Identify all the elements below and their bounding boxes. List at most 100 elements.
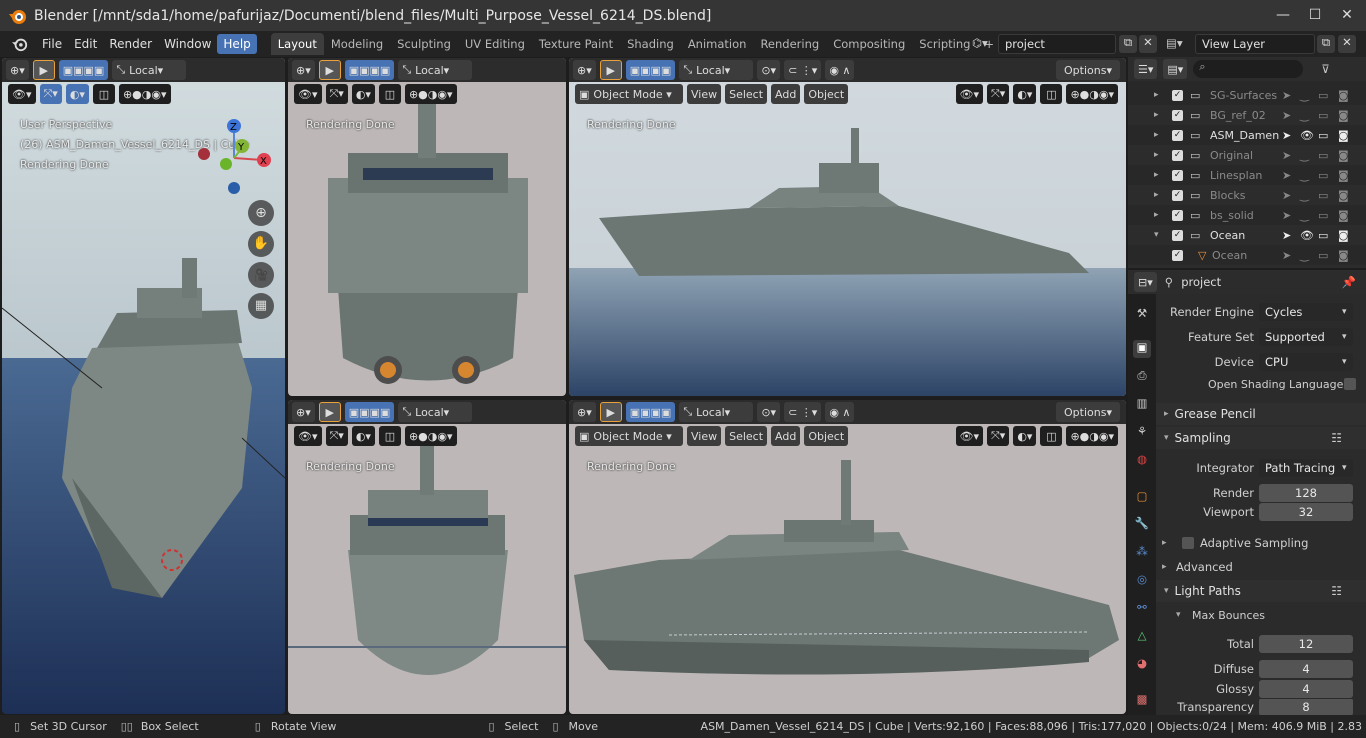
- hide-eye-icon[interactable]: ‿: [1300, 209, 1309, 222]
- tab-texture-paint[interactable]: Texture Paint: [532, 33, 620, 55]
- xray-icon[interactable]: ◫: [378, 426, 401, 446]
- overlay-toggle-icon[interactable]: ◐▾: [1013, 84, 1037, 104]
- select-mode-icon[interactable]: ▣▣▣▣: [344, 402, 395, 422]
- presets-icon[interactable]: ☷: [1331, 431, 1342, 445]
- outliner-item[interactable]: ✓▽Pl➤‿▭◙: [1128, 265, 1366, 268]
- object-mode-dropdown[interactable]: ▣ Object Mode ▾: [575, 84, 683, 104]
- menu-render[interactable]: Render: [103, 34, 158, 54]
- select-mode-icon[interactable]: ▣▣▣▣: [625, 60, 676, 80]
- proportional-edit-icon[interactable]: ◉ ∧: [825, 60, 855, 80]
- tab-modeling[interactable]: Modeling: [324, 33, 390, 55]
- adaptive-sampling-row[interactable]: ▸ Adaptive Sampling: [1156, 533, 1366, 553]
- editor-type-icon[interactable]: ⊕▾: [292, 60, 315, 80]
- particles-tab-icon[interactable]: ⁂: [1133, 544, 1151, 562]
- max-bounces-row[interactable]: ▾ Max Bounces: [1156, 605, 1366, 625]
- object-mode-dropdown[interactable]: ▣ Object Mode ▾: [575, 426, 683, 446]
- shading-modes-icon[interactable]: ⊕●◑◉▾: [404, 426, 457, 446]
- display-mode-icon[interactable]: ▤▾: [1163, 59, 1188, 79]
- light-paths-section[interactable]: ▾ Light Paths ☷: [1156, 580, 1366, 602]
- sampling-section[interactable]: ▾ Sampling ☷: [1156, 427, 1366, 449]
- transform-orientation-dropdown[interactable]: ⤡ Local ▾: [398, 60, 473, 80]
- disable-viewport-icon[interactable]: ▭: [1318, 249, 1328, 262]
- minimize-button[interactable]: —: [1272, 5, 1294, 25]
- selectable-icon[interactable]: ➤: [1282, 129, 1291, 142]
- world-tab-icon[interactable]: ◍: [1133, 452, 1151, 470]
- remove-scene-icon[interactable]: ✕: [1139, 35, 1157, 53]
- selectable-icon[interactable]: ➤: [1282, 169, 1291, 182]
- viewport-side-bottom[interactable]: ⊕▾ ▶ ▣▣▣▣ ⤡ Local ▾ ⊙▾ ⊂ ⋮▾ ◉ ∧ Options …: [569, 400, 1126, 714]
- select-menu[interactable]: Select: [725, 84, 768, 104]
- visibility-icon[interactable]: 👁▾: [294, 84, 322, 104]
- visibility-icon[interactable]: 👁▾: [294, 426, 322, 446]
- xray-icon[interactable]: ◫: [1040, 84, 1063, 104]
- shading-modes-icon[interactable]: ⊕●◑◉▾: [118, 84, 171, 104]
- selectable-icon[interactable]: ➤: [1282, 209, 1291, 222]
- outliner-item[interactable]: ▸ ✓ ▭ SG-Surfaces ➤ ‿ ▭ ◙: [1128, 85, 1366, 105]
- add-menu[interactable]: Add: [771, 84, 801, 104]
- new-scene-icon[interactable]: ⧉: [1119, 35, 1137, 53]
- select-mode-icon[interactable]: ▣▣▣▣: [625, 402, 676, 422]
- expand-arrow-icon[interactable]: ▸: [1154, 150, 1159, 160]
- maximize-button[interactable]: ☐: [1304, 5, 1326, 25]
- integrator-dropdown[interactable]: Path Tracing: [1259, 459, 1353, 477]
- selectable-icon[interactable]: ➤: [1282, 109, 1291, 122]
- tool-tab-icon[interactable]: ⚒: [1133, 306, 1151, 324]
- exclude-checkbox[interactable]: ✓: [1172, 109, 1183, 121]
- tab-sculpting[interactable]: Sculpting: [390, 33, 458, 55]
- proportional-edit-icon[interactable]: ◉ ∧: [825, 402, 855, 422]
- visibility-icon[interactable]: 👁▾: [955, 84, 983, 104]
- disable-viewport-icon[interactable]: ▭: [1318, 129, 1328, 142]
- outliner-item[interactable]: ▸ ✓ ▭ bs_solid ➤ ‿ ▭ ◙: [1128, 205, 1366, 225]
- hide-eye-icon[interactable]: ‿: [1300, 189, 1309, 202]
- expand-arrow-icon[interactable]: ▾: [1154, 230, 1159, 240]
- disable-viewport-icon[interactable]: ▭: [1318, 209, 1328, 222]
- viewport-perspective[interactable]: ⊕▾ ▶ ▣▣▣▣ ⤡ Local ▾ 👁▾ ⤧▾ ◐▾ ◫ ⊕●◑◉▾ Use…: [2, 58, 285, 714]
- outliner-item[interactable]: ▾ ✓ ▭ Ocean ➤ 👁 ▭ ◙: [1128, 225, 1366, 245]
- transform-orientation-dropdown[interactable]: ⤡ Local ▾: [679, 402, 754, 422]
- blender-menu-icon[interactable]: [8, 33, 32, 55]
- view-layer-tab-icon[interactable]: ▥: [1133, 396, 1151, 414]
- transparency-bounces-field[interactable]: 8: [1259, 699, 1353, 715]
- expand-arrow-icon[interactable]: ▸: [1154, 210, 1159, 220]
- transform-orientation-dropdown[interactable]: ⤡ Local ▾: [112, 60, 187, 80]
- select-tool-icon[interactable]: ▶: [318, 402, 341, 422]
- disable-viewport-icon[interactable]: ▭: [1318, 169, 1328, 182]
- osl-checkbox[interactable]: [1344, 378, 1356, 390]
- shading-modes-icon[interactable]: ⊕●◑◉▾: [1066, 426, 1118, 446]
- hide-eye-icon[interactable]: ‿: [1300, 109, 1309, 122]
- overlay-toggle-icon[interactable]: ◐▾: [351, 84, 375, 104]
- tab-rendering[interactable]: Rendering: [753, 33, 826, 55]
- select-mode-icon[interactable]: ▣▣▣▣: [58, 60, 109, 80]
- modifier-tab-icon[interactable]: 🔧: [1133, 516, 1151, 534]
- output-tab-icon[interactable]: ⎙: [1133, 368, 1151, 386]
- selectable-icon[interactable]: ➤: [1282, 189, 1291, 202]
- close-window-button[interactable]: ✕: [1336, 5, 1358, 25]
- disable-render-icon[interactable]: ◙: [1338, 249, 1349, 262]
- disable-viewport-icon[interactable]: ▭: [1318, 189, 1328, 202]
- viewport-front-top[interactable]: ⊕▾ ▶ ▣▣▣▣ ⤡ Local ▾ 👁▾ ⤧▾ ◐▾ ◫ ⊕●◑◉▾ Ren…: [288, 58, 566, 396]
- render-engine-dropdown[interactable]: Cycles: [1259, 303, 1353, 321]
- viewport-camera-top[interactable]: ⊕▾ ▶ ▣▣▣▣ ⤡ Local ▾ ⊙▾ ⊂ ⋮▾ ◉ ∧ Options …: [569, 58, 1126, 396]
- zoom-icon[interactable]: ⊕: [248, 200, 274, 226]
- properties-editor-type-icon[interactable]: ⊟▾: [1134, 272, 1157, 292]
- render-samples-field[interactable]: 128: [1259, 484, 1353, 502]
- disable-render-icon[interactable]: ◙: [1338, 109, 1349, 122]
- hide-eye-icon[interactable]: 👁: [1300, 129, 1314, 142]
- object-menu[interactable]: Object: [804, 426, 849, 446]
- viewport-front-bottom[interactable]: ⊕▾ ▶ ▣▣▣▣ ⤡ Local ▾ 👁▾ ⤧▾ ◐▾ ◫ ⊕●◑◉▾ Ren…: [288, 400, 566, 714]
- navigation-gizmo[interactable]: Z X Y: [198, 116, 278, 196]
- shading-modes-icon[interactable]: ⊕●◑◉▾: [404, 84, 457, 104]
- outliner-item[interactable]: ▸ ✓ ▭ Original ➤ ‿ ▭ ◙: [1128, 145, 1366, 165]
- exclude-checkbox[interactable]: ✓: [1172, 89, 1183, 101]
- editor-type-icon[interactable]: ⊕▾: [573, 60, 596, 80]
- expand-arrow-icon[interactable]: ▸: [1154, 190, 1159, 200]
- expand-arrow-icon[interactable]: ▸: [1154, 110, 1159, 120]
- hide-eye-icon[interactable]: ‿: [1300, 249, 1309, 262]
- gizmo-toggle-icon[interactable]: ⤧▾: [325, 426, 348, 446]
- pin-icon[interactable]: 📌: [1342, 275, 1356, 289]
- menu-file[interactable]: File: [36, 34, 68, 54]
- pivot-point-icon[interactable]: ⊙▾: [757, 402, 781, 422]
- gizmo-toggle-icon[interactable]: ⤧▾: [987, 426, 1010, 446]
- tab-scripting[interactable]: Scripting: [912, 33, 977, 55]
- add-menu[interactable]: Add: [771, 426, 801, 446]
